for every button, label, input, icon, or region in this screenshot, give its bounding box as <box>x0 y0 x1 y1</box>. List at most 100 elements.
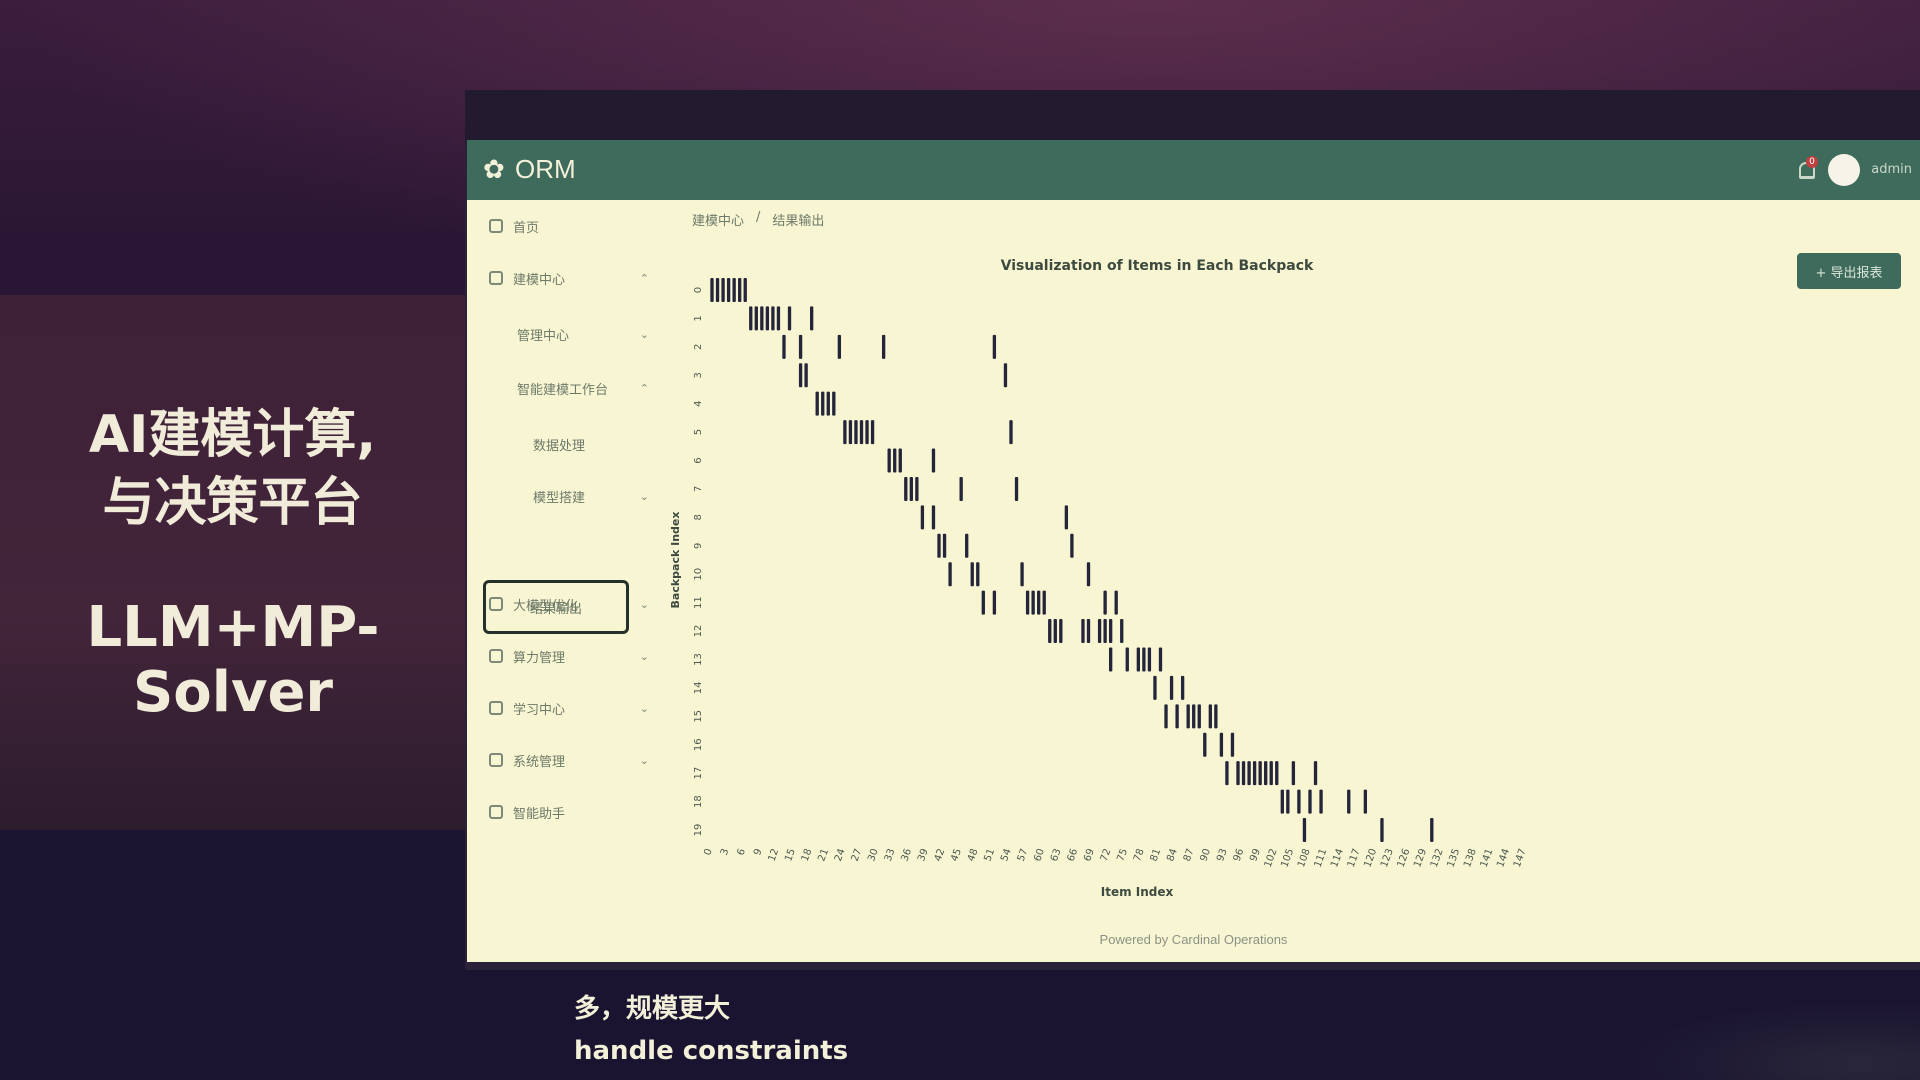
data-point <box>1302 818 1307 842</box>
data-point <box>715 278 720 302</box>
avatar[interactable] <box>1828 154 1860 186</box>
data-point <box>1380 818 1384 842</box>
sidebar-item-label: 建模中心 <box>513 272 566 288</box>
sidebar-item-9[interactable]: 学习中心 ⌄ <box>489 690 659 726</box>
x-tick-label: 114 <box>1329 847 1346 869</box>
sidebar-item-8[interactable]: 算力管理 ⌄ <box>489 638 659 674</box>
data-point <box>1297 789 1301 814</box>
x-tick-label: 21 <box>816 847 831 863</box>
logo-text: ORM <box>515 154 576 184</box>
x-tick-label: 141 <box>1479 847 1496 869</box>
x-tick-label: 93 <box>1215 847 1230 863</box>
data-point <box>1142 647 1146 672</box>
data-point <box>771 306 775 331</box>
data-point <box>1280 789 1284 814</box>
x-tick-label: 90 <box>1198 847 1213 863</box>
data-point <box>965 533 969 558</box>
export-report-button[interactable]: + 导出报表 <box>1797 253 1901 289</box>
x-tick-label: 123 <box>1379 847 1396 869</box>
chevron-down-icon: ⌄ <box>639 489 649 503</box>
x-tick-label: 84 <box>1165 847 1180 863</box>
home-icon <box>489 219 503 233</box>
app-logo[interactable]: ✿ ORM <box>483 154 576 185</box>
app-window: ✿ ORM 0 admin 首页 建模中心 ⌃ 管理中心 ⌄ 智能建模工作台 ⌃ 数据处理 模型… <box>467 140 1920 962</box>
data-point <box>1070 533 1074 558</box>
x-tick-label: 147 <box>1512 847 1529 869</box>
sidebar-item-1[interactable]: 建模中心 ⌃ <box>489 260 659 296</box>
user-name[interactable]: admin <box>1871 162 1912 177</box>
data-point <box>881 334 886 359</box>
x-tick-label: 9 <box>752 847 765 857</box>
data-point <box>981 590 985 615</box>
data-point <box>1086 619 1091 644</box>
x-tick-label: 105 <box>1279 847 1296 869</box>
footer-credit: Powered by Cardinal Operations <box>1099 932 1288 947</box>
breadcrumb-item-modeling[interactable]: 建模中心 <box>692 210 744 229</box>
data-point <box>887 448 891 473</box>
sidebar-item-label: 首页 <box>513 220 540 236</box>
data-point <box>1164 704 1168 729</box>
headline-line-3: LLM+MP-Solver <box>86 595 380 725</box>
y-tick-label: 8 <box>693 514 704 520</box>
data-point <box>970 562 974 587</box>
chat-icon <box>489 805 503 819</box>
data-point <box>1103 619 1107 644</box>
x-tick-label: 135 <box>1445 847 1462 869</box>
x-tick-label: 42 <box>933 847 948 863</box>
x-tick-label: 96 <box>1232 847 1247 863</box>
y-tick-label: 17 <box>693 767 704 780</box>
screen-top-bar <box>465 90 1920 142</box>
data-point <box>948 562 952 587</box>
caption-en: handle constraints <box>574 1036 849 1066</box>
data-point <box>710 278 714 302</box>
sidebar-item-label: 模型搭建 <box>533 490 586 506</box>
data-point <box>992 334 997 359</box>
data-point <box>848 420 853 445</box>
data-point <box>1291 761 1296 786</box>
sidebar-item-11[interactable]: 智能助手 <box>489 794 659 830</box>
data-point <box>865 420 869 445</box>
cube-icon <box>489 597 503 611</box>
data-point <box>732 278 736 302</box>
y-tick-label: 0 <box>693 287 704 293</box>
x-tick-label: 51 <box>983 847 998 863</box>
data-point <box>1286 789 1290 814</box>
sidebar-item-3[interactable]: 智能建模工作台 ⌃ <box>517 370 659 406</box>
data-point <box>1031 590 1035 615</box>
data-point <box>1086 562 1091 587</box>
data-point <box>1264 761 1268 786</box>
sidebar-item-4[interactable]: 数据处理 <box>533 426 659 462</box>
data-point <box>760 306 764 331</box>
data-point <box>1241 761 1246 786</box>
data-point <box>1108 647 1113 672</box>
data-point <box>893 448 897 473</box>
data-point <box>1053 619 1057 644</box>
chevron-up-icon: ⌃ <box>639 381 649 395</box>
data-point <box>1192 704 1196 729</box>
projected-screen: ✿ ORM 0 admin 首页 建模中心 ⌃ 管理中心 ⌄ 智能建模工作台 ⌃ 数据处理 模型… <box>465 90 1920 970</box>
data-point <box>937 533 941 558</box>
data-point <box>721 278 725 302</box>
data-point <box>765 306 770 331</box>
x-tick-label: 15 <box>783 847 798 863</box>
data-point <box>1275 761 1279 786</box>
data-point <box>1214 704 1218 729</box>
sidebar-item-2[interactable]: 管理中心 ⌄ <box>517 316 659 352</box>
sidebar-item-0[interactable]: 首页 <box>489 208 659 244</box>
x-tick-label: 6 <box>736 847 749 857</box>
sidebar-item-10[interactable]: 系统管理 ⌄ <box>489 742 659 778</box>
cube-icon <box>489 271 503 285</box>
data-point <box>898 448 902 473</box>
x-tick-label: 3 <box>719 847 732 857</box>
flame-logo-icon: ✿ <box>483 154 505 185</box>
y-axis-label: Backpack Index <box>669 512 682 609</box>
data-point <box>1186 704 1190 729</box>
data-point <box>1020 562 1024 587</box>
x-tick-label: 0 <box>702 847 715 857</box>
data-point <box>1014 476 1019 501</box>
x-tick-label: 138 <box>1462 847 1479 869</box>
notification-button[interactable]: 0 <box>1796 156 1818 180</box>
sidebar-item-5[interactable]: 模型搭建 ⌄ <box>533 478 659 514</box>
corner-shade <box>1620 1000 1920 1080</box>
sidebar-item-7[interactable]: 大模型优化 ⌄ <box>489 586 659 622</box>
